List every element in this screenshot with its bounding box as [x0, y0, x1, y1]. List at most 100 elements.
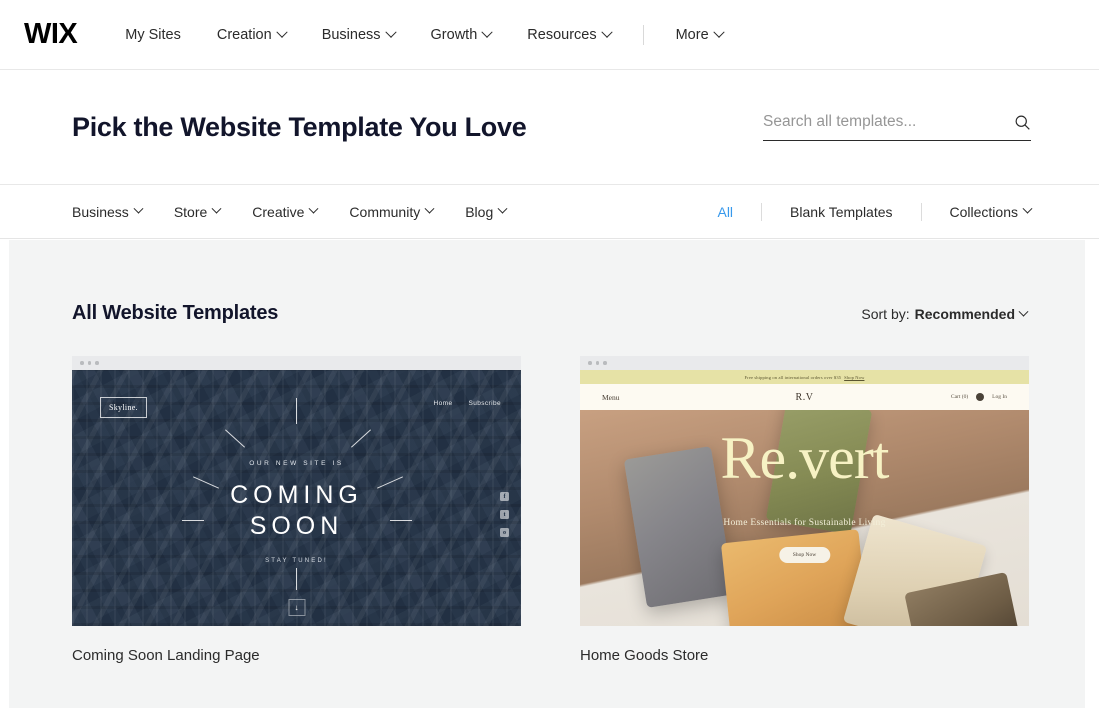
view-blank-templates[interactable]: Blank Templates	[790, 204, 892, 220]
instagram-icon: o	[500, 528, 509, 537]
category-bar: Business Store Creative Community Blog A…	[0, 185, 1099, 239]
sort-by-control[interactable]: Sort by: Recommended	[861, 306, 1029, 322]
template-card[interactable]: Skyline. Home Subscribe OUR NEW SITE IS …	[72, 356, 521, 664]
preview-promo-banner: Free shipping on all international order…	[580, 370, 1029, 384]
nav-item-creation[interactable]: Creation	[199, 26, 304, 43]
wix-logo[interactable]: WIX	[24, 20, 78, 49]
chrome-dot-icon	[595, 361, 599, 365]
preview-store-nav: Menu R.V Cart (0) Log In	[580, 384, 1029, 410]
category-label: Community	[349, 203, 421, 220]
template-preview-home-goods: Re.vert Home Essentials for Sustainable …	[580, 410, 1029, 626]
preview-headline-line2: SOON	[249, 511, 344, 540]
preview-headline: Re.vert	[720, 425, 890, 491]
template-thumbnail[interactable]: Skyline. Home Subscribe OUR NEW SITE IS …	[72, 356, 521, 626]
twitter-icon: t	[500, 510, 509, 519]
chevron-down-icon	[424, 203, 435, 214]
chevron-down-icon	[276, 26, 288, 38]
chevron-down-icon	[497, 203, 508, 214]
preview-nav-home: Home	[433, 400, 453, 407]
nav-item-growth[interactable]: Growth	[413, 26, 510, 43]
chrome-dot-icon	[95, 361, 99, 365]
nav-item-more[interactable]: More	[658, 26, 741, 43]
view-collections[interactable]: Collections	[949, 203, 1033, 220]
nav-divider	[642, 24, 644, 45]
category-label: Blog	[465, 203, 494, 220]
preview-login-label: Log In	[992, 394, 1007, 400]
nav-item-label: Business	[321, 26, 381, 43]
search-input[interactable]	[763, 113, 1014, 131]
chevron-down-icon	[384, 26, 397, 38]
browser-chrome-bar	[580, 356, 1029, 370]
chevron-down-icon	[133, 203, 144, 214]
preview-nav-subscribe: Subscribe	[468, 400, 501, 407]
preview-logo-skyline: Skyline.	[100, 397, 147, 418]
template-grid: Skyline. Home Subscribe OUR NEW SITE IS …	[9, 325, 1085, 664]
nav-item-label: More	[675, 26, 709, 43]
page-header: Pick the Website Template You Love	[0, 70, 1099, 185]
category-label: Store	[173, 203, 208, 220]
view-collections-label: Collections	[949, 203, 1018, 220]
top-nav-items: My Sites Creation Business Growth Resour…	[125, 24, 741, 45]
preview-nav: Home Subscribe	[434, 400, 501, 407]
promo-banner-text: Free shipping on all international order…	[744, 374, 842, 380]
preview-store-actions: Cart (0) Log In	[951, 393, 1007, 401]
category-label: Creative	[252, 203, 305, 220]
facebook-icon: f	[500, 492, 509, 501]
view-divider	[920, 202, 922, 221]
chevron-down-icon	[481, 26, 493, 38]
search-icon[interactable]	[1014, 114, 1031, 131]
preview-store-logo: R.V	[795, 391, 814, 403]
templates-content-area: All Website Templates Sort by: Recommend…	[9, 240, 1085, 708]
nav-item-my-sites[interactable]: My Sites	[125, 27, 199, 43]
preview-hero-overlay: Re.vert Home Essentials for Sustainable …	[580, 410, 1029, 626]
search-container[interactable]	[763, 113, 1031, 141]
scroll-down-arrow-icon: ↓	[288, 599, 305, 616]
nav-item-label: My Sites	[125, 26, 181, 43]
chevron-down-icon	[1018, 306, 1029, 317]
preview-cart-label: Cart (0)	[950, 394, 969, 400]
chevron-down-icon	[712, 26, 725, 38]
view-all[interactable]: All	[717, 204, 733, 220]
chrome-dot-icon	[87, 361, 91, 365]
chrome-dot-icon	[603, 361, 607, 365]
preview-social-links: f t o	[500, 492, 509, 537]
nav-item-business[interactable]: Business	[304, 26, 413, 43]
chevron-down-icon	[308, 203, 319, 214]
preview-kicker: OUR NEW SITE IS	[249, 460, 344, 467]
top-navigation-bar: WIX My Sites Creation Business Growth Re…	[0, 0, 1099, 70]
sort-by-label: Sort by:	[861, 306, 910, 322]
nav-item-resources[interactable]: Resources	[509, 26, 628, 43]
category-community[interactable]: Community	[349, 203, 435, 220]
view-divider	[761, 202, 763, 221]
template-card[interactable]: Free shipping on all international order…	[580, 356, 1029, 664]
preview-hero-text: OUR NEW SITE IS COMING SOON STAY TUNED!	[72, 460, 521, 564]
template-card-title[interactable]: Home Goods Store	[580, 647, 1029, 664]
category-blog[interactable]: Blog	[465, 203, 508, 220]
preview-headline-line1: COMING	[230, 481, 363, 509]
page-title: Pick the Website Template You Love	[72, 111, 527, 142]
category-store[interactable]: Store	[173, 203, 222, 220]
category-business[interactable]: Business	[72, 203, 144, 220]
chevron-down-icon	[211, 203, 222, 214]
nav-item-label: Growth	[430, 26, 478, 43]
nav-item-label: Creation	[216, 26, 272, 43]
preview-subtext: STAY TUNED!	[265, 558, 328, 564]
chevron-down-icon	[1022, 203, 1033, 214]
user-avatar-icon	[976, 393, 985, 401]
chrome-dot-icon	[80, 361, 84, 365]
chrome-dot-icon	[588, 361, 592, 365]
template-card-title[interactable]: Coming Soon Landing Page	[72, 647, 521, 664]
content-header: All Website Templates Sort by: Recommend…	[9, 240, 1085, 325]
section-title: All Website Templates	[72, 302, 279, 324]
promo-banner-link: Shop Now	[844, 374, 865, 380]
preview-menu-label: Menu	[602, 392, 620, 402]
category-creative[interactable]: Creative	[252, 203, 319, 220]
template-thumbnail[interactable]: Free shipping on all international order…	[580, 356, 1029, 626]
browser-chrome-bar	[72, 356, 521, 370]
scrollbar-track[interactable]	[1085, 240, 1099, 708]
sort-by-value: Recommended	[914, 306, 1015, 322]
chevron-down-icon	[600, 26, 613, 38]
nav-item-label: Resources	[527, 26, 597, 43]
template-preview-coming-soon: Skyline. Home Subscribe OUR NEW SITE IS …	[72, 370, 521, 626]
preview-subheadline: Home Essentials for Sustainable Living	[723, 518, 886, 528]
